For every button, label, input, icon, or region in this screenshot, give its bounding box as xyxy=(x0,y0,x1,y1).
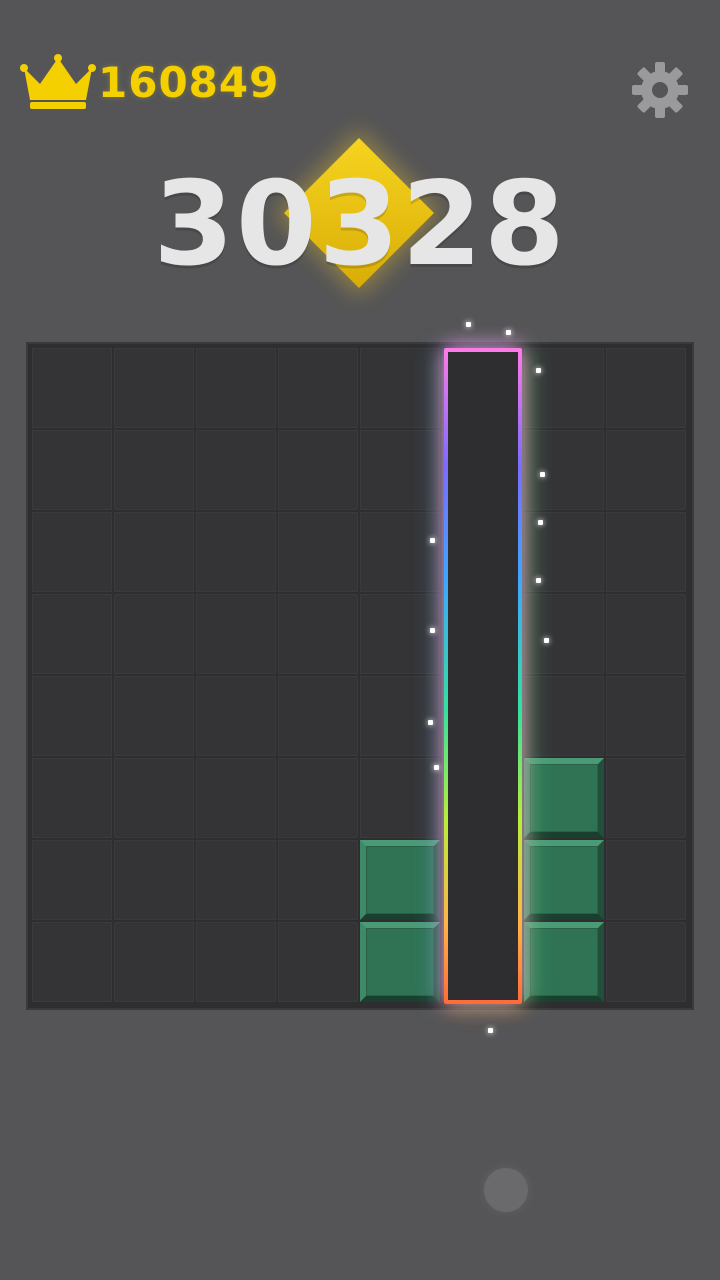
board-cell[interactable] xyxy=(606,512,686,592)
board-cell[interactable] xyxy=(606,348,686,428)
board-cell[interactable] xyxy=(606,430,686,510)
board-cell[interactable] xyxy=(524,676,604,756)
board-cell[interactable] xyxy=(606,840,686,920)
board-cell[interactable] xyxy=(114,348,194,428)
board-grid[interactable] xyxy=(32,348,688,1004)
game-screen: 160849 30328 xyxy=(0,0,720,1280)
board-cell[interactable] xyxy=(114,676,194,756)
board-cell[interactable] xyxy=(114,840,194,920)
sparkle xyxy=(430,538,435,543)
board-cell[interactable] xyxy=(360,348,440,428)
board-cell[interactable] xyxy=(278,512,358,592)
placed-block xyxy=(524,922,604,1002)
board-cell[interactable] xyxy=(114,512,194,592)
placed-block xyxy=(524,758,604,838)
sparkle xyxy=(466,322,471,327)
board-cell[interactable] xyxy=(278,758,358,838)
board-cell[interactable] xyxy=(606,594,686,674)
board-cell[interactable] xyxy=(114,922,194,1002)
board-cell[interactable] xyxy=(360,594,440,674)
board-cell[interactable] xyxy=(278,922,358,1002)
sparkle xyxy=(536,578,541,583)
board-cell[interactable] xyxy=(278,430,358,510)
board-cell[interactable] xyxy=(360,676,440,756)
board-cell[interactable] xyxy=(524,348,604,428)
sparkle xyxy=(536,368,541,373)
gear-icon[interactable] xyxy=(630,60,690,120)
board-cell[interactable] xyxy=(196,758,276,838)
board-cell[interactable] xyxy=(606,758,686,838)
sparkle xyxy=(488,1028,493,1033)
placed-block xyxy=(360,840,440,920)
sparkle xyxy=(428,720,433,725)
board-cell[interactable] xyxy=(196,922,276,1002)
board-cell[interactable] xyxy=(196,840,276,920)
board-cell[interactable] xyxy=(32,758,112,838)
board-cell[interactable] xyxy=(196,594,276,674)
board-cell[interactable] xyxy=(196,676,276,756)
sparkle xyxy=(540,472,545,477)
board-cell[interactable] xyxy=(32,512,112,592)
crown-icon xyxy=(20,54,96,109)
current-score: 30328 xyxy=(153,157,567,292)
board-cell[interactable] xyxy=(114,594,194,674)
sparkle xyxy=(538,520,543,525)
board-cell[interactable] xyxy=(278,594,358,674)
sparkle xyxy=(544,638,549,643)
sparkle xyxy=(430,628,435,633)
board-cell[interactable] xyxy=(32,676,112,756)
board-cell[interactable] xyxy=(196,512,276,592)
board-cell[interactable] xyxy=(32,430,112,510)
board-cell[interactable] xyxy=(32,922,112,1002)
current-score-area: 30328 xyxy=(0,138,720,310)
board-cell[interactable] xyxy=(278,676,358,756)
board-cell[interactable] xyxy=(360,758,440,838)
board-cell[interactable] xyxy=(360,512,440,592)
board-cell[interactable] xyxy=(196,430,276,510)
board-cell[interactable] xyxy=(196,348,276,428)
board-cell[interactable] xyxy=(360,430,440,510)
board-cell[interactable] xyxy=(606,922,686,1002)
best-score: 160849 xyxy=(20,52,279,112)
board-cell[interactable] xyxy=(114,430,194,510)
game-board[interactable] xyxy=(28,344,692,1008)
board-cell[interactable] xyxy=(114,758,194,838)
board-cell[interactable] xyxy=(524,594,604,674)
board-cell[interactable] xyxy=(32,840,112,920)
home-indicator[interactable] xyxy=(484,1168,528,1212)
board-cell[interactable] xyxy=(524,430,604,510)
board-cell[interactable] xyxy=(32,594,112,674)
board-cell[interactable] xyxy=(606,676,686,756)
placed-block xyxy=(524,840,604,920)
board-cell[interactable] xyxy=(278,840,358,920)
board-cell[interactable] xyxy=(278,348,358,428)
board-cell[interactable] xyxy=(32,348,112,428)
sparkle xyxy=(506,330,511,335)
placed-block xyxy=(360,922,440,1002)
cleared-column-highlight xyxy=(444,348,522,1004)
sparkle xyxy=(434,765,439,770)
best-score-value: 160849 xyxy=(98,57,280,107)
